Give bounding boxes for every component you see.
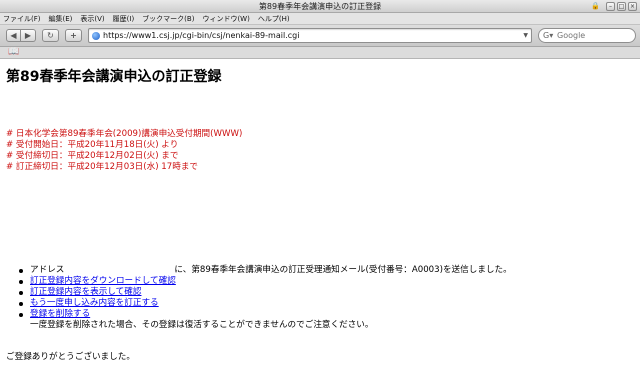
address-label: アドレス bbox=[30, 265, 65, 275]
forward-arrow-icon: ▶ bbox=[24, 31, 32, 40]
menu-help[interactable]: ヘルプ(H) bbox=[258, 14, 290, 24]
thanks-message: ご登録ありがとうございました。 bbox=[6, 352, 135, 362]
window-title: 第89春季年会講演申込の訂正登録 bbox=[258, 2, 382, 11]
address-message: に、第89春季年会講演申込の訂正受理通知メール(受付番号：A0003)を送信しま… bbox=[174, 265, 512, 275]
page-title: 第89春季年会講演申込の訂正登録 bbox=[6, 69, 222, 85]
notice-block: # 日本化学会第89春季年会(2009)講演申込受付期間(WWW) # 受付開始… bbox=[6, 129, 242, 173]
search-input[interactable] bbox=[557, 30, 633, 41]
list-item-view: 訂正登録内容を表示して確認 bbox=[16, 287, 512, 298]
lock-icon: 🔒 bbox=[591, 2, 600, 10]
minimize-button[interactable]: – bbox=[606, 2, 615, 11]
search-box[interactable]: G▾ bbox=[538, 28, 636, 43]
bullet-icon bbox=[19, 291, 23, 295]
revise-link[interactable]: もう一度申し込み内容を訂正する bbox=[30, 298, 159, 308]
window-titlebar: 第89春季年会講演申込の訂正登録 🔒 – □ × bbox=[0, 0, 640, 13]
menu-edit[interactable]: 編集(E) bbox=[49, 14, 73, 24]
page-content: 第89春季年会講演申込の訂正登録 # 日本化学会第89春季年会(2009)講演申… bbox=[0, 60, 640, 378]
reload-button[interactable]: ↻ bbox=[42, 29, 59, 42]
globe-icon bbox=[92, 32, 100, 40]
delete-link[interactable]: 登録を削除する bbox=[30, 309, 90, 319]
menu-history[interactable]: 履歴(I) bbox=[113, 14, 135, 24]
browser-toolbar: ◀ ▶ ↻ + https://www1.csj.jp/cgi-bin/csj/… bbox=[0, 25, 640, 47]
notice-line: # 日本化学会第89春季年会(2009)講演申込受付期間(WWW) bbox=[6, 129, 243, 139]
list-item-download: 訂正登録内容をダウンロードして確認 bbox=[16, 276, 512, 287]
search-engine-icon[interactable]: G▾ bbox=[543, 30, 553, 41]
notice-line: # 受付締切日：平成20年12月02日(火) まで bbox=[6, 151, 179, 161]
notice-line: # 受付開始日：平成20年11月18日(火) より bbox=[6, 140, 179, 150]
url-dropdown-icon[interactable]: ▼ bbox=[523, 29, 528, 42]
address-bar[interactable]: https://www1.csj.jp/cgi-bin/csj/nenkai-8… bbox=[88, 28, 532, 43]
menu-file[interactable]: ファイル(F) bbox=[3, 14, 41, 24]
menu-window[interactable]: ウィンドウ(W) bbox=[202, 14, 249, 24]
add-bookmark-button[interactable]: + bbox=[65, 29, 82, 42]
bookmarks-book-icon[interactable]: 📖 bbox=[8, 47, 19, 58]
bullet-icon bbox=[19, 269, 23, 273]
window-controls: – □ × bbox=[606, 2, 637, 11]
list-item-revise: もう一度申し込み内容を訂正する bbox=[16, 298, 512, 309]
result-list: アドレス に、第89春季年会講演申込の訂正受理通知メール(受付番号：A0003)を… bbox=[16, 265, 512, 320]
view-link[interactable]: 訂正登録内容を表示して確認 bbox=[30, 287, 141, 297]
plus-icon: + bbox=[70, 31, 77, 40]
list-item-delete: 登録を削除する bbox=[16, 309, 512, 320]
menu-bar: ファイル(F) 編集(E) 表示(V) 履歴(I) ブックマーク(B) ウィンド… bbox=[0, 13, 640, 25]
bullet-icon bbox=[19, 280, 23, 284]
menu-view[interactable]: 表示(V) bbox=[80, 14, 104, 24]
back-arrow-icon: ◀ bbox=[10, 31, 17, 40]
delete-warning: 一度登録を削除された場合、その登録は復活することができませんのでご注意ください。 bbox=[30, 320, 374, 330]
bookmarks-bar: 📖 bbox=[0, 47, 640, 59]
back-button[interactable]: ◀ bbox=[6, 29, 21, 42]
notice-line: # 訂正締切日：平成20年12月03日(水) 17時まで bbox=[6, 162, 199, 172]
download-link[interactable]: 訂正登録内容をダウンロードして確認 bbox=[30, 276, 176, 286]
list-item-address: アドレス に、第89春季年会講演申込の訂正受理通知メール(受付番号：A0003)を… bbox=[16, 265, 512, 276]
reload-icon: ↻ bbox=[47, 31, 54, 40]
menu-bookmarks[interactable]: ブックマーク(B) bbox=[142, 14, 194, 24]
close-button[interactable]: × bbox=[628, 2, 637, 11]
maximize-button[interactable]: □ bbox=[617, 2, 626, 11]
url-text[interactable]: https://www1.csj.jp/cgi-bin/csj/nenkai-8… bbox=[103, 29, 299, 42]
bullet-icon bbox=[19, 302, 23, 306]
forward-button[interactable]: ▶ bbox=[21, 29, 36, 42]
bullet-icon bbox=[19, 313, 23, 317]
